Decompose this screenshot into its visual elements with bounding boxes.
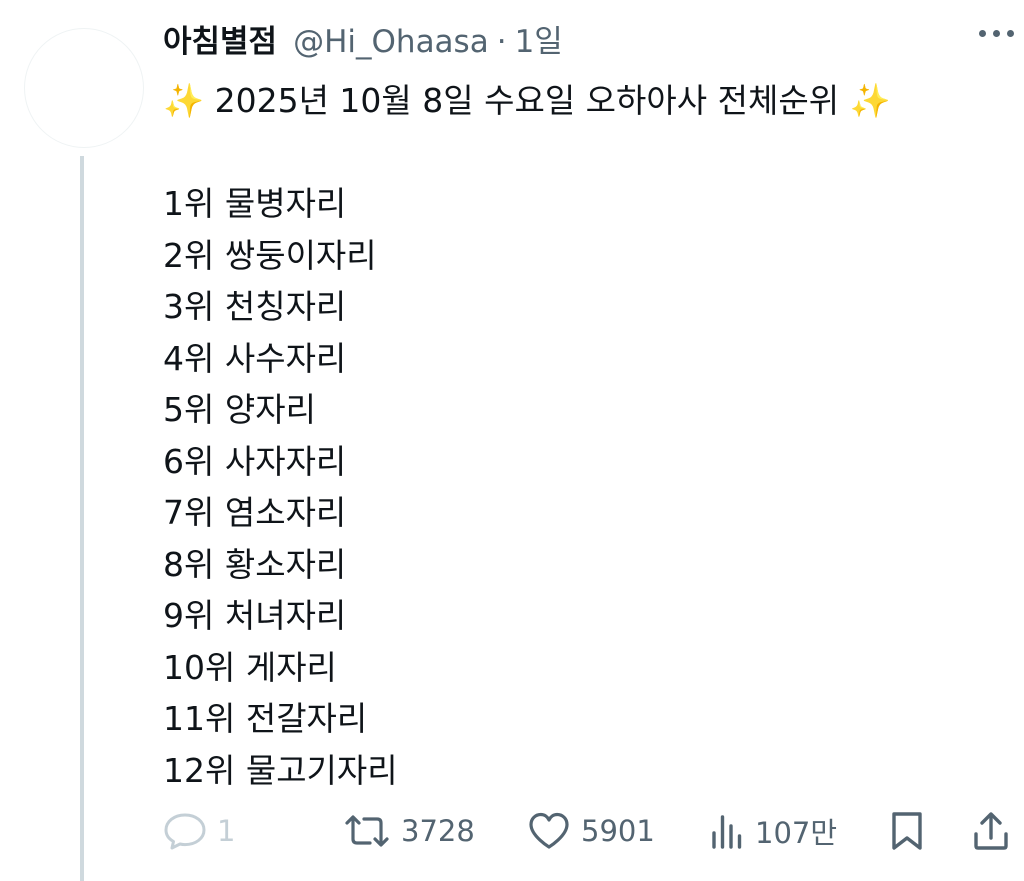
author-handle[interactable]: @Hi_Ohaasa	[293, 22, 489, 62]
heart-icon	[529, 812, 569, 849]
share-button[interactable]	[971, 806, 1011, 856]
bar-chart-icon	[712, 815, 742, 849]
ranking-line: 9위 처녀자리	[163, 596, 347, 635]
share-icon	[974, 812, 1008, 850]
repost-icon	[345, 815, 389, 847]
reply-button[interactable]: 1	[163, 806, 235, 856]
ranking-line: 4위 사수자리	[163, 338, 347, 378]
like-button[interactable]: 5901	[527, 806, 655, 856]
ranking-line: 2위 쌍둥이자리	[163, 235, 377, 275]
ranking-line: 12위 물고기자리	[163, 750, 398, 790]
post-header: 아침별점 @Hi_Ohaasa · 1일	[163, 22, 563, 62]
sparkle-emoji-left: ✨	[163, 81, 205, 120]
reply-bubble-icon	[164, 813, 206, 850]
view-count: 107만	[755, 816, 838, 850]
author-name[interactable]: 아침별점	[163, 22, 277, 62]
ranking-line: 10위 게자리	[163, 647, 337, 687]
post-title: 2025년 10월 8일 수요일 오하아사 전체순위	[214, 81, 840, 120]
avatar[interactable]	[24, 28, 144, 148]
ranking-line: 11위 전갈자리	[163, 699, 368, 738]
ranking-line: 6위 사자자리	[163, 441, 347, 481]
post-time[interactable]: 1일	[515, 22, 563, 62]
reply-count: 1	[217, 814, 236, 848]
separator-dot: ·	[496, 24, 507, 60]
post-text: ✨ 2025년 10월 8일 수요일 오하아사 전체순위 ✨ 1위 물병자리 2…	[163, 75, 1003, 796]
thread-line	[80, 156, 84, 881]
more-horizontal-icon	[979, 30, 986, 37]
ranking-line: 7위 염소자리	[163, 493, 347, 532]
repost-button[interactable]: 3728	[343, 806, 475, 856]
action-bar: 1 3728 5901 107만	[163, 806, 1014, 856]
repost-count: 3728	[401, 814, 475, 848]
ranking-line: 5위 양자리	[163, 390, 316, 429]
post-title-line: ✨ 2025년 10월 8일 수요일 오하아사 전체순위 ✨	[163, 75, 1003, 127]
views-button[interactable]: 107만	[709, 806, 837, 856]
more-options-button[interactable]	[979, 30, 1014, 37]
ranking-line: 8위 황소자리	[163, 544, 347, 584]
ranking-line: 3위 천칭자리	[163, 287, 347, 326]
sparkle-emoji-right: ✨	[849, 81, 891, 120]
bookmark-button[interactable]	[889, 806, 925, 856]
ranking-line: 1위 물병자리	[163, 184, 347, 223]
bookmark-icon	[892, 812, 922, 850]
like-count: 5901	[581, 814, 655, 848]
